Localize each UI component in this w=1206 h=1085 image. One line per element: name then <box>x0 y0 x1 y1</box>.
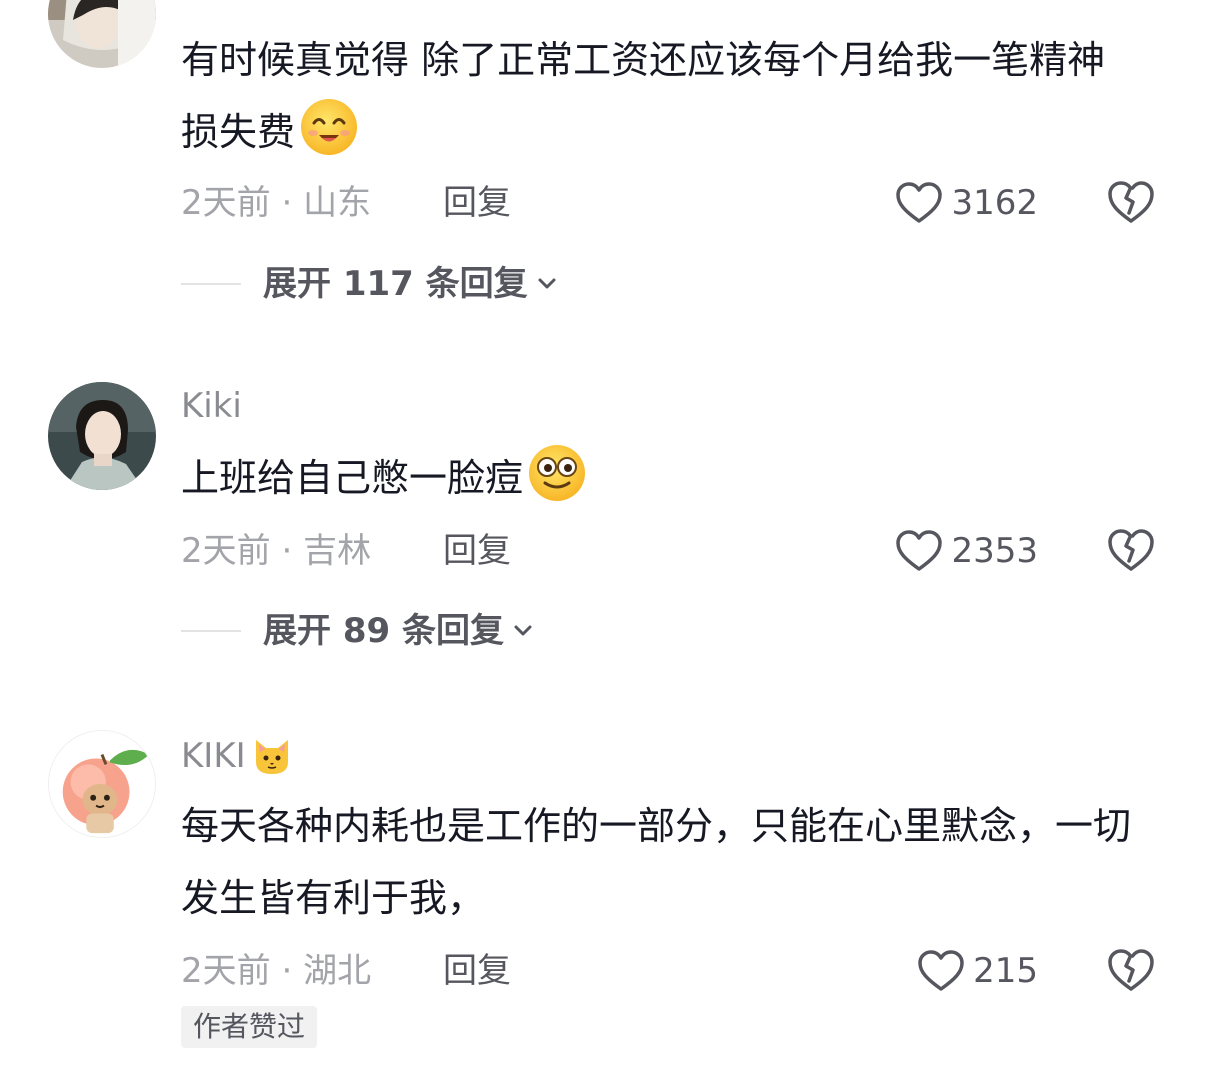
cat-face-emoji <box>255 740 288 774</box>
comment-time: 2天前 <box>181 531 271 571</box>
username-text: KIKI <box>181 736 246 776</box>
broken-heart-icon <box>1108 949 1154 991</box>
expand-replies-label: 展开 117 条回复 <box>263 264 528 304</box>
divider-line <box>181 283 241 285</box>
comment-location: 湖北 <box>303 951 372 991</box>
username[interactable]: Kiki <box>181 384 242 428</box>
meta-separator: · <box>270 183 304 223</box>
divider-line <box>181 630 241 632</box>
like-count: 2353 <box>951 531 1038 571</box>
heart-outline-icon <box>896 530 943 571</box>
expand-replies-button[interactable]: 展开 89 条回复 <box>181 609 536 653</box>
dizzy-eyes-emoji <box>529 445 586 501</box>
expand-replies-label: 展开 89 条回复 <box>263 611 504 651</box>
comment-text: 上班给自己憋一脸痘 <box>181 442 1141 514</box>
avatar[interactable] <box>48 382 156 490</box>
dislike-button[interactable] <box>1106 526 1156 576</box>
smiling-face-emoji <box>301 99 358 155</box>
broken-heart-icon <box>1108 529 1154 571</box>
reply-button[interactable]: 回复 <box>443 181 511 225</box>
avatar[interactable] <box>48 0 156 68</box>
chevron-down-icon <box>538 278 556 289</box>
comment-time: 2天前 <box>181 183 271 223</box>
comment-meta: 2天前 · 吉林 <box>181 529 371 573</box>
comment-text: 每天各种内耗也是工作的一部分，只能在心里默念，一切发生皆有利于我， <box>181 790 1141 934</box>
like-count: 3162 <box>951 183 1038 223</box>
username[interactable]: KIKI <box>181 734 294 778</box>
comment-time: 2天前 <box>181 951 271 991</box>
heart-outline-icon <box>896 182 943 223</box>
comment-meta: 2天前 · 山东 <box>181 181 371 225</box>
meta-separator: · <box>270 951 304 991</box>
comment-location: 吉林 <box>303 531 372 571</box>
like-button[interactable]: 3162 <box>895 178 1038 228</box>
reply-button[interactable]: 回复 <box>443 949 511 993</box>
comment-text-body: 每天各种内耗也是工作的一部分，只能在心里默念，一切发生皆有利于我， <box>181 804 1132 920</box>
meta-separator: · <box>270 531 304 571</box>
dislike-button[interactable] <box>1106 946 1156 996</box>
chevron-down-icon <box>514 625 532 636</box>
comment-text: 有时候真觉得 除了正常工资还应该每个月给我一笔精神损失费 <box>181 24 1141 168</box>
broken-heart-icon <box>1108 181 1154 223</box>
username-text: Kiki <box>181 386 242 426</box>
dislike-button[interactable] <box>1106 178 1156 228</box>
like-count: 215 <box>973 951 1038 991</box>
comment-text-body: 上班给自己憋一脸痘 <box>181 456 524 500</box>
avatar[interactable] <box>48 730 156 838</box>
expand-replies-button[interactable]: 展开 117 条回复 <box>181 262 560 306</box>
author-liked-badge: 作者赞过 <box>181 1006 318 1048</box>
reply-button[interactable]: 回复 <box>443 529 511 573</box>
comment-location: 山东 <box>303 183 372 223</box>
heart-outline-icon <box>918 950 964 991</box>
comment-meta: 2天前 · 湖北 <box>181 949 371 993</box>
like-button[interactable]: 2353 <box>895 526 1038 576</box>
like-button[interactable]: 215 <box>917 946 1038 996</box>
